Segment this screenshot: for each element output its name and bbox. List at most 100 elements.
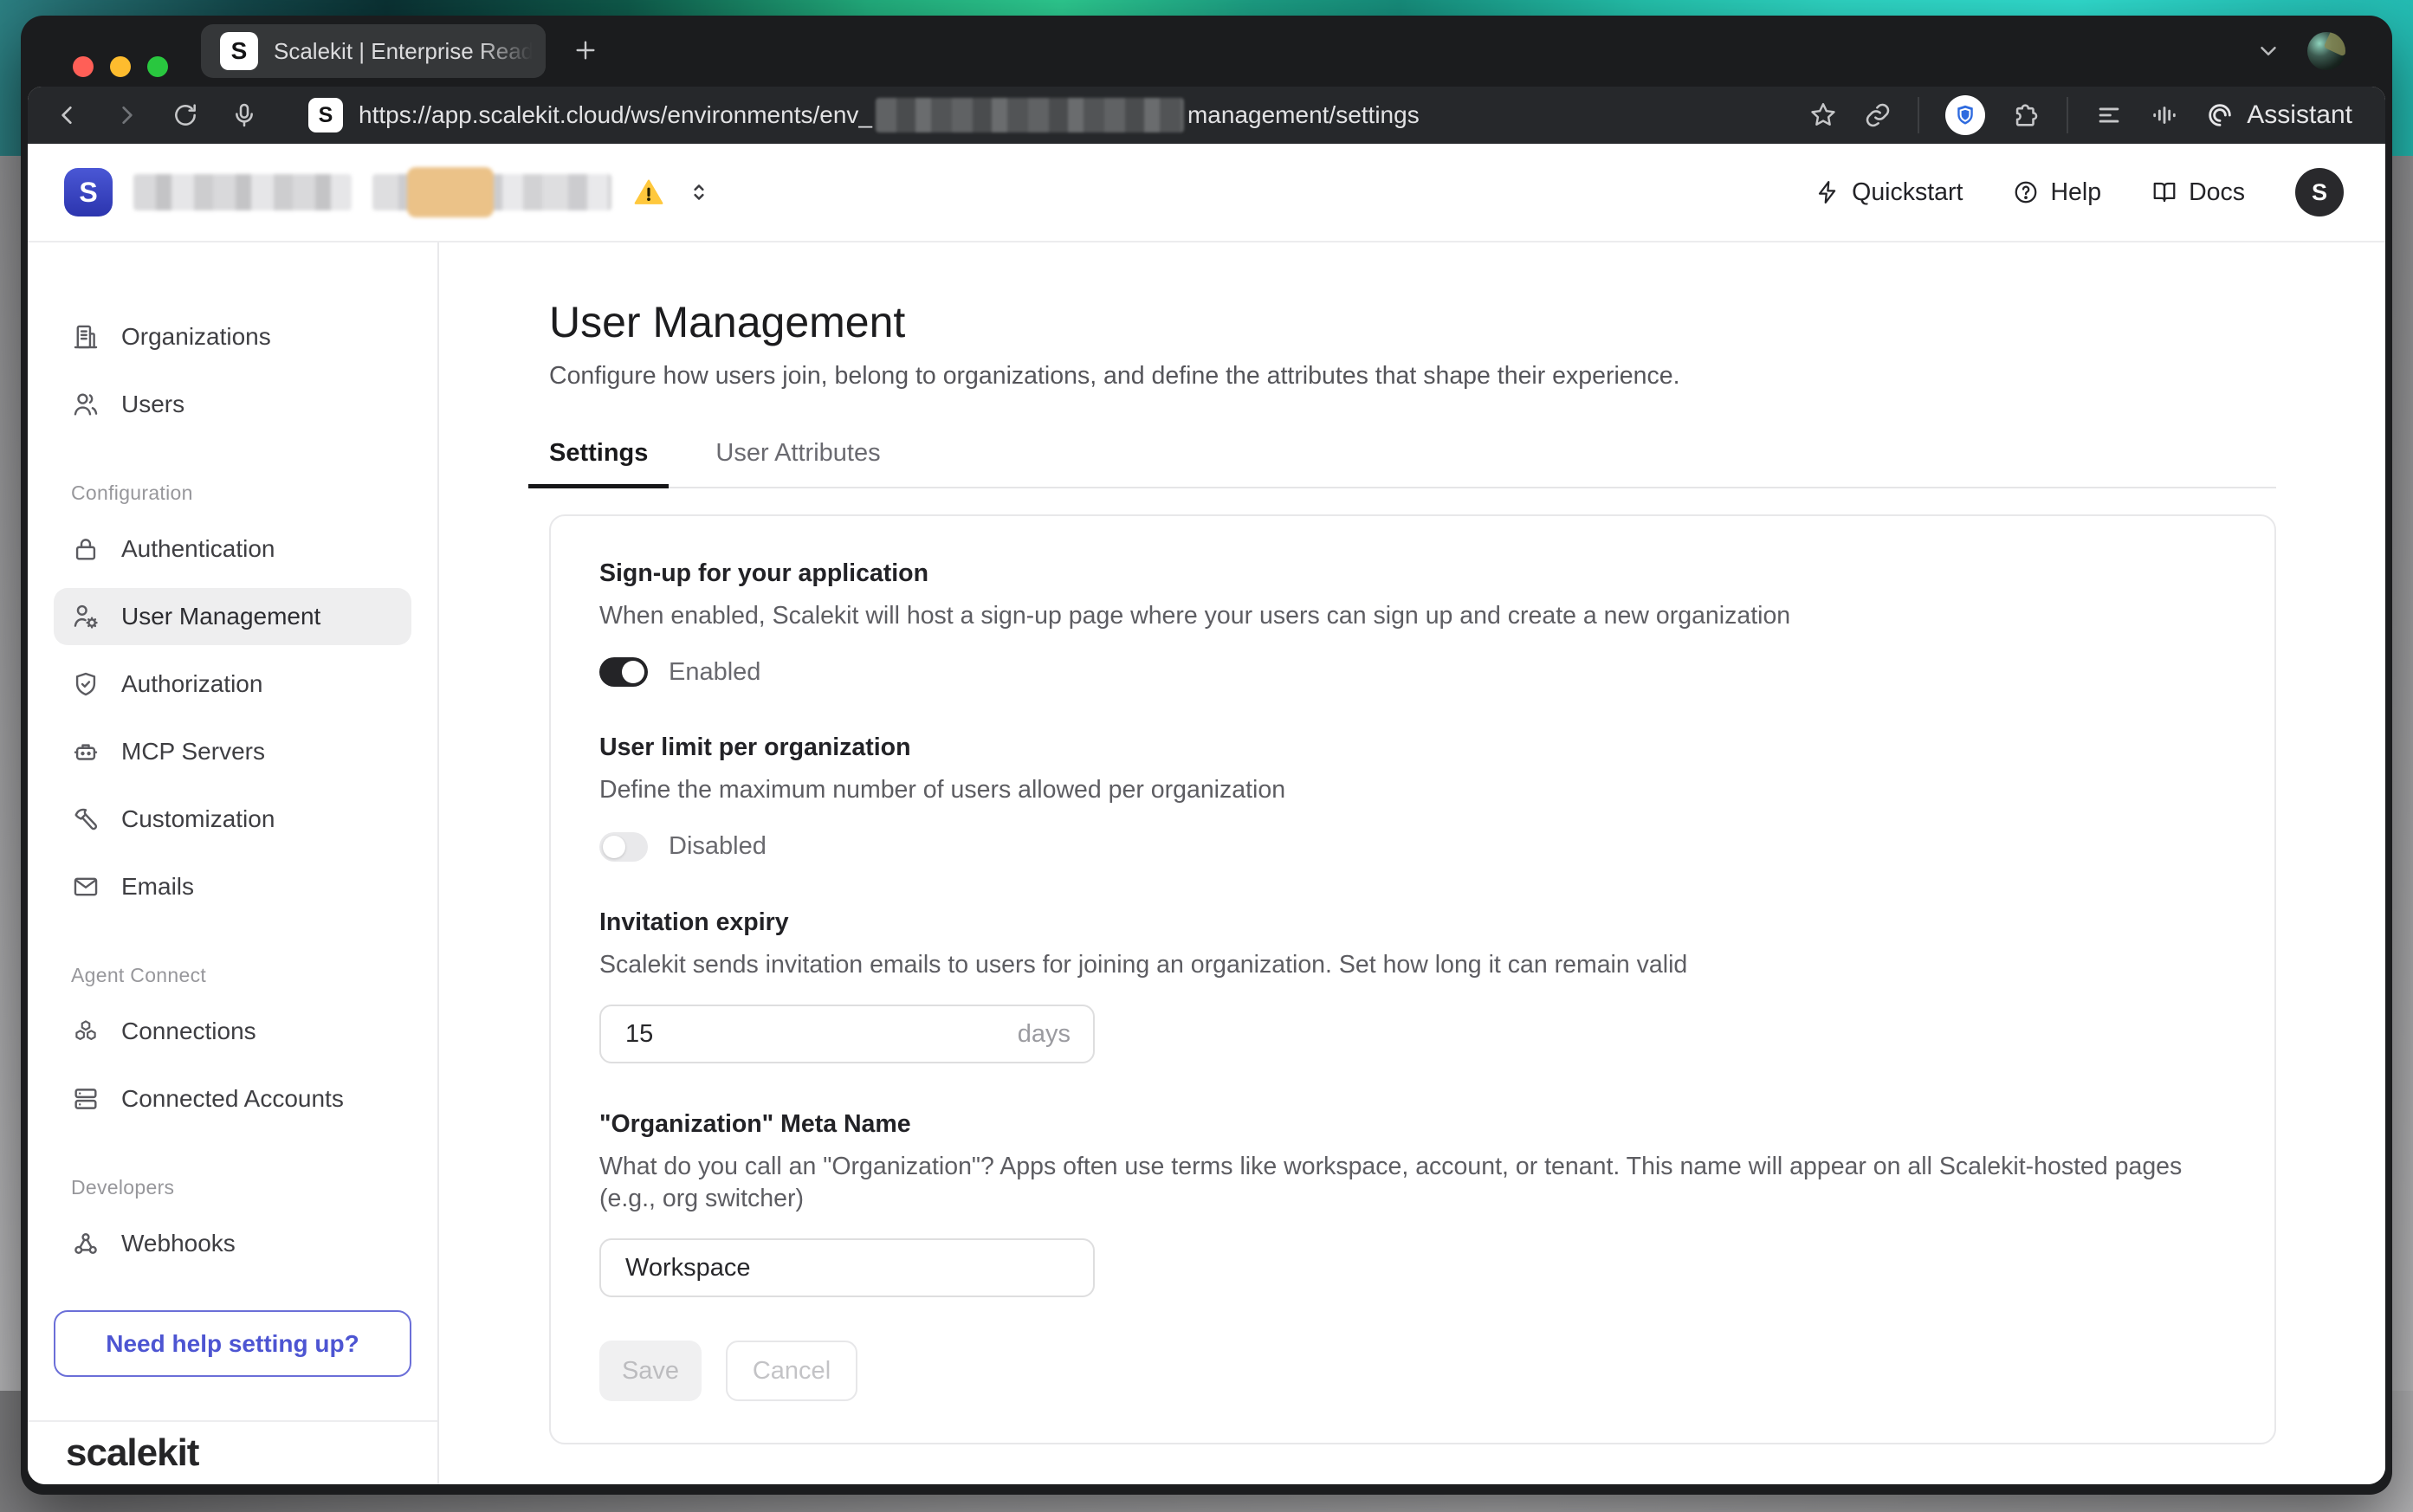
new-tab-button[interactable] [572,36,599,64]
sidebar-item-webhooks[interactable]: Webhooks [54,1215,411,1272]
user-gear-icon [71,602,100,631]
help-button[interactable]: Help [2013,178,2101,207]
sidebar-item-authorization[interactable]: Authorization [54,656,411,713]
organizations-icon [71,322,100,352]
assistant-button[interactable]: Assistant [2205,100,2352,130]
sidebar-item-customization[interactable]: Customization [54,791,411,848]
url-prefix: https://app.scalekit.cloud/ws/environmen… [359,101,872,129]
sidebar-item-label: User Management [121,603,320,630]
tab-search-chevron-icon[interactable] [2255,38,2281,64]
server-stack-icon [71,1084,100,1114]
reload-icon[interactable] [171,101,199,129]
paintbrush-icon [71,804,100,834]
page-title: User Management [549,296,2385,348]
browser-toolbar: S https://app.scalekit.cloud/ws/environm… [28,87,2385,144]
redacted-environment-id [876,98,1184,132]
sidebar-item-user-management[interactable]: User Management [54,588,411,645]
quickstart-label: Quickstart [1852,178,1963,207]
toggle-state-label: Enabled [669,658,760,687]
browser-profile-avatar[interactable] [2307,32,2345,70]
toggle-knob [622,661,644,683]
back-icon[interactable] [54,101,81,129]
help-circle-icon [2013,179,2039,205]
reading-list-icon[interactable] [2094,100,2124,130]
voice-waveform-icon[interactable] [2150,100,2179,130]
sidebar-section-agent-connect: Agent Connect [71,964,411,987]
copy-link-icon[interactable] [1864,101,1892,129]
section-title: Invitation expiry [599,908,2226,937]
url-text: https://app.scalekit.cloud/ws/environmen… [359,98,1420,132]
save-button[interactable]: Save [599,1341,702,1401]
docs-button[interactable]: Docs [2151,178,2245,207]
microphone-icon[interactable] [230,101,258,129]
sidebar-item-emails[interactable]: Emails [54,858,411,915]
organization-meta-name-field [599,1238,1095,1297]
envelope-icon [71,872,100,901]
sidebar-item-label: Emails [121,873,194,901]
sidebar: Organizations Users Configuration Authen… [28,242,439,1484]
organization-meta-name-input[interactable] [624,1253,1071,1283]
days-suffix: days [1018,1020,1071,1049]
toolbar-divider [2067,97,2068,133]
environment-select-chevrons-icon[interactable] [686,179,712,205]
section-user-limit: User limit per organization Define the m… [599,733,2226,861]
lock-icon [71,534,100,564]
sidebar-item-label: Webhooks [121,1230,236,1257]
invitation-expiry-field: days [599,1005,1095,1063]
browser-window: S Scalekit | Enterprise Ready A [21,16,2392,1495]
tab-user-attributes[interactable]: User Attributes [715,439,880,487]
sidebar-item-connected-accounts[interactable]: Connected Accounts [54,1070,411,1128]
tab-title-fade [478,24,546,78]
toolbar-right-controls: Assistant [1808,95,2352,135]
cancel-button[interactable]: Cancel [726,1341,857,1401]
sidebar-item-label: MCP Servers [121,738,265,766]
browser-tab-active[interactable]: S Scalekit | Enterprise Ready A [201,24,546,78]
extensions-puzzle-icon[interactable] [2011,100,2041,130]
sidebar-item-label: Connections [121,1018,256,1045]
lightning-icon [1815,179,1840,205]
page-description: Configure how users join, belong to orga… [549,362,2385,391]
need-help-button[interactable]: Need help setting up? [54,1310,411,1377]
users-icon [71,390,100,419]
redacted-environment-badge [407,167,494,217]
main-content: User Management Configure how users join… [439,242,2385,1484]
user-limit-toggle[interactable] [599,832,648,862]
toggle-state-label: Disabled [669,832,767,861]
workspace-switcher[interactable]: S [64,168,712,216]
help-label: Help [2050,178,2101,207]
signup-toggle[interactable] [599,657,648,687]
warning-icon [632,176,665,209]
sidebar-item-label: Authentication [121,535,275,563]
invitation-expiry-input[interactable] [624,1019,1018,1050]
forward-icon[interactable] [113,101,140,129]
maximize-window-button[interactable] [147,56,168,77]
sidebar-item-label: Customization [121,805,275,833]
sidebar-item-label: Authorization [121,670,262,698]
section-title: "Organization" Meta Name [599,1110,2226,1139]
book-icon [2151,179,2177,205]
sidebar-item-authentication[interactable]: Authentication [54,520,411,578]
toolbar-divider [1918,97,1919,133]
sidebar-item-connections[interactable]: Connections [54,1003,411,1060]
section-description: Scalekit sends invitation emails to user… [599,949,2226,980]
sidebar-item-mcp-servers[interactable]: MCP Servers [54,723,411,780]
tabstrip-right-controls [2255,16,2345,87]
password-manager-extension-icon[interactable] [1945,95,1985,135]
assistant-swirl-icon [2205,100,2235,130]
quickstart-button[interactable]: Quickstart [1815,178,1963,207]
address-bar[interactable]: S https://app.scalekit.cloud/ws/environm… [308,98,1808,132]
user-avatar[interactable]: S [2295,168,2344,216]
close-window-button[interactable] [73,56,94,77]
header-actions: Quickstart Help Docs S [1815,168,2344,216]
tab-settings[interactable]: Settings [549,439,648,487]
sidebar-item-organizations[interactable]: Organizations [54,308,411,365]
bookmark-star-icon[interactable] [1808,100,1838,130]
content-tabs: Settings User Attributes [549,439,2276,488]
section-title: User limit per organization [599,733,2226,762]
url-suffix: management/settings [1187,101,1420,129]
section-title: Sign-up for your application [599,559,2226,588]
app-header: S Quickstart Help [28,144,2385,242]
sidebar-item-users[interactable]: Users [54,376,411,433]
section-signup: Sign-up for your application When enable… [599,559,2226,687]
minimize-window-button[interactable] [110,56,131,77]
